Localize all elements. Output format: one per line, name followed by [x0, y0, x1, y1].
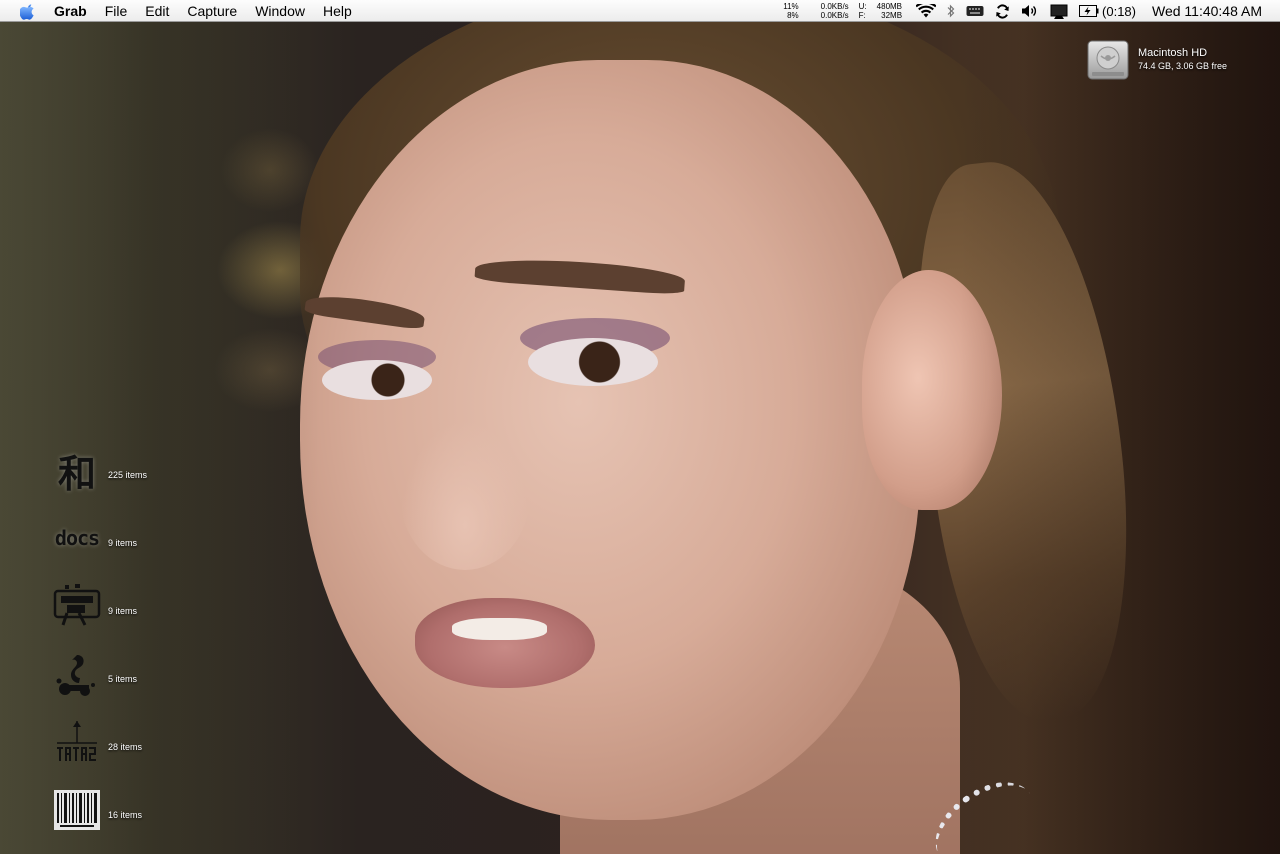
sync-icon[interactable] [995, 0, 1010, 22]
folder-glyph-wa: 和 [57, 450, 96, 496]
hard-drive[interactable]: Macintosh HD 74.4 GB, 3.06 GB free [1086, 38, 1276, 84]
desktop-folder-ink[interactable]: 5 items [52, 650, 212, 700]
desktop-folder-wa[interactable]: 和 225 items [52, 446, 212, 496]
memory-monitor[interactable]: U: F: 480MB 32MB [859, 2, 902, 20]
kanji-wa-folder-icon[interactable]: 和 [52, 446, 102, 496]
start-folder-icon[interactable] [52, 718, 102, 766]
desktop-folder-barcode[interactable]: 16 items [52, 786, 212, 836]
memory-free-label: F: [858, 11, 866, 20]
folder-item-count: 16 items [108, 810, 143, 820]
battery-time: (0:18) [1102, 3, 1136, 19]
desktop-folder-stamp[interactable]: 9 items [52, 582, 212, 632]
docs-folder-icon[interactable]: docs [52, 514, 102, 562]
folder-glyph-docs: docs [54, 526, 100, 550]
menu-clock[interactable]: Wed 11:40:48 AM [1152, 3, 1262, 19]
menu-file[interactable]: File [96, 0, 137, 22]
menu-capture[interactable]: Capture [178, 0, 246, 22]
network-download: 0.0KB/s [820, 11, 849, 20]
menu-bar: Grab File Edit Capture Window Help 11% 8… [0, 0, 1280, 22]
memory-used-label: U: [858, 2, 867, 11]
folder-item-count: 28 items [108, 742, 143, 752]
desktop-folder-docs[interactable]: docs 9 items [52, 514, 212, 564]
volume-icon[interactable] [1021, 0, 1039, 22]
desktop-folder-start[interactable]: 28 items [52, 718, 212, 768]
folder-item-count: 225 items [108, 470, 148, 480]
hard-drive-name: Macintosh HD [1138, 47, 1208, 59]
battery-icon [1079, 5, 1099, 17]
hard-drive-icon[interactable] [1086, 38, 1130, 82]
folder-item-count: 9 items [108, 606, 138, 616]
stamp-folder-icon[interactable] [52, 582, 102, 630]
cpu-monitor[interactable]: 11% 8% [783, 2, 798, 20]
menu-help[interactable]: Help [314, 0, 361, 22]
menu-window[interactable]: Window [246, 0, 314, 22]
battery-status[interactable]: (0:18) [1079, 0, 1136, 22]
cpu-usage-top: 11% [783, 2, 799, 11]
cpu-usage-bottom: 8% [787, 11, 799, 20]
menu-bar-left: Grab File Edit Capture Window Help [0, 0, 361, 22]
network-monitor[interactable]: 0.0KB/s 0.0KB/s [821, 2, 849, 20]
menu-app-name[interactable]: Grab [54, 0, 96, 22]
display-icon[interactable] [1050, 0, 1068, 22]
folder-item-count: 9 items [108, 538, 138, 548]
keyboard-icon[interactable] [966, 0, 984, 22]
network-upload: 0.0KB/s [820, 2, 849, 11]
menu-bar-extras: 11% 8% 0.0KB/s 0.0KB/s U: F: 480MB 32MB [783, 0, 1280, 22]
folder-item-count: 5 items [108, 674, 138, 684]
menu-edit[interactable]: Edit [136, 0, 178, 22]
ink-splash-folder-icon[interactable] [52, 650, 102, 698]
memory-used-value: 480MB [876, 2, 903, 11]
barcode-folder-icon[interactable] [52, 786, 102, 834]
memory-free-value: 32MB [881, 11, 903, 20]
bluetooth-icon[interactable] [947, 0, 955, 22]
wifi-icon[interactable] [916, 0, 937, 22]
apple-menu-icon[interactable] [20, 3, 36, 20]
hard-drive-info: 74.4 GB, 3.06 GB free [1138, 61, 1228, 71]
